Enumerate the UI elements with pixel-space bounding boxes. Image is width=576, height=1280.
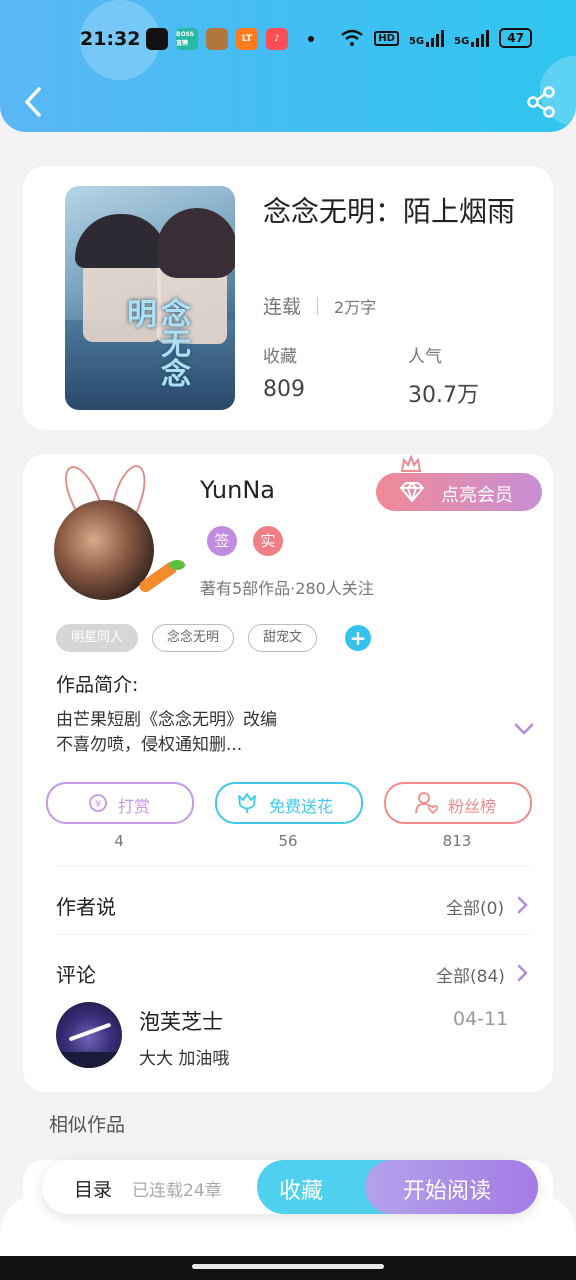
fan-ranking-label: 粉丝榜 [448,797,497,816]
boss-zhipin-icon: BOSS直聘 [176,28,198,50]
status-time: 21:32 [80,28,141,50]
hd-badge: HD [374,30,399,46]
signal-2-label: 5G [454,36,470,47]
comment-date: 04-11 [453,1008,509,1030]
send-flower-button[interactable]: 免费送花 [215,782,363,824]
start-reading-label: 开始阅读 [403,1179,492,1204]
signal-bars-icon [426,29,445,47]
chapter-count: 已连载24章 [132,1181,222,1201]
flower-count: 56 [278,832,298,850]
intro-heading: 作品简介: [56,674,139,696]
chevron-right-icon[interactable] [516,896,528,914]
meta-divider [317,296,319,315]
author-name[interactable]: YunNa [200,476,275,504]
commenter-avatar[interactable] [56,1002,122,1068]
bottom-action-bar: 目录 已连载24章 收藏 开始阅读 [42,1160,538,1214]
favorite-label: 收藏 [279,1179,324,1204]
share-button[interactable] [526,86,556,118]
notification-dot-icon [308,36,314,42]
back-button[interactable] [18,84,48,120]
similar-works-title: 相似作品 [49,1114,126,1136]
wifi-icon [341,29,364,46]
favorites-value: 809 [263,377,305,402]
signed-badge: 签 [207,526,237,556]
flower-icon [238,793,256,813]
divider [56,934,530,935]
diamond-icon [400,482,424,502]
signal-1-label: 5G [408,36,425,47]
tag-item[interactable]: 甜宠文 [248,624,318,652]
vip-label: 点亮会员 [441,485,513,506]
popularity-value: 30.7万 [408,383,479,408]
commenter-name[interactable]: 泡芙芝士 [139,1006,223,1036]
cover-art [75,214,167,268]
word-count: 2万字 [334,297,377,317]
tag-item[interactable]: 明星同人 [56,624,139,652]
cover-art [157,208,235,278]
catalog-button[interactable]: 目录 [74,1175,112,1202]
avatar-art [68,1022,112,1042]
status-right: HD 5G 5G 47 [340,28,532,48]
author-card: YunNa 点亮会员 签 实 著有5部作品·280人关注 明星同人 念念无明 甜… [23,454,553,1092]
status-bar: 21:32 BOSS直聘 LT ♪ HD 5G 5G 47 [0,20,576,58]
status-app-icons: BOSS直聘 LT ♪ [146,28,314,50]
cover-title: 念无念明 [121,298,190,388]
game-app-icon [206,28,228,50]
book-info-card: 念无念明 念念无明：陌上烟雨 连载 2万字 收藏 809 人气 30.7万 [23,166,553,430]
chevron-right-icon[interactable] [516,964,528,982]
tag-item[interactable]: 念念无明 [152,624,235,652]
fan-count: 813 [442,832,472,850]
author-says-all-link[interactable]: 全部(0) [446,894,504,919]
taobao-icon: LT [236,28,258,50]
crown-icon [400,455,422,472]
verified-badge: 实 [253,526,283,556]
coin-icon: ¥ [89,794,107,812]
book-title: 念念无明：陌上烟雨 [263,195,516,228]
add-tag-button[interactable]: + [345,625,372,651]
start-reading-button[interactable]: 开始阅读 [365,1160,538,1214]
author-works-info: 著有5部作品·280人关注 [200,579,374,598]
svg-text:¥: ¥ [95,799,101,810]
intro-line: 由芒果短剧《念念无明》改编 [56,710,277,730]
book-status: 连载 [263,296,302,318]
fan-ranking-button[interactable]: 粉丝榜 [384,782,532,824]
user-heart-icon [415,792,439,815]
book-meta: 连载 2万字 [263,292,376,319]
divider [56,866,530,867]
popularity-stat: 人气 30.7万 [408,342,479,409]
top-header: 21:32 BOSS直聘 LT ♪ HD 5G 5G 47 [0,0,576,132]
comments-title: 评论 [56,963,96,987]
comment-text: 大大 加油哦 [139,1049,230,1069]
battery-icon: 47 [499,28,532,48]
intro-text: 由芒果短剧《念念无明》改编 不喜勿喷，侵权通知删... [56,708,277,758]
tip-label: 打赏 [118,797,151,816]
douyin-icon: ♪ [266,28,288,50]
signal-1: 5G [408,29,445,47]
author-says-title: 作者说 [56,895,116,919]
send-flower-label: 免费送花 [269,797,334,816]
tip-count: 4 [114,832,124,850]
favorites-stat: 收藏 809 [263,342,305,402]
book-cover[interactable]: 念无念明 [65,186,235,410]
signal-bars-icon [471,29,490,47]
tag-list: 明星同人 念念无明 甜宠文 + [56,624,372,652]
expand-chevron-icon[interactable] [513,722,535,736]
home-indicator[interactable] [192,1264,384,1269]
tip-button[interactable]: ¥ 打赏 [46,782,194,824]
signal-2: 5G [454,29,490,47]
wechat-icon [146,28,168,50]
favorites-label: 收藏 [263,347,297,367]
intro-line: 不喜勿喷，侵权通知删... [56,735,243,755]
author-avatar[interactable] [51,460,185,604]
carrot-leaf-icon [169,560,185,570]
avatar-art [56,1052,122,1068]
popularity-label: 人气 [408,347,442,367]
vip-button[interactable]: 点亮会员 [376,455,542,511]
comments-all-link[interactable]: 全部(84) [436,962,505,987]
